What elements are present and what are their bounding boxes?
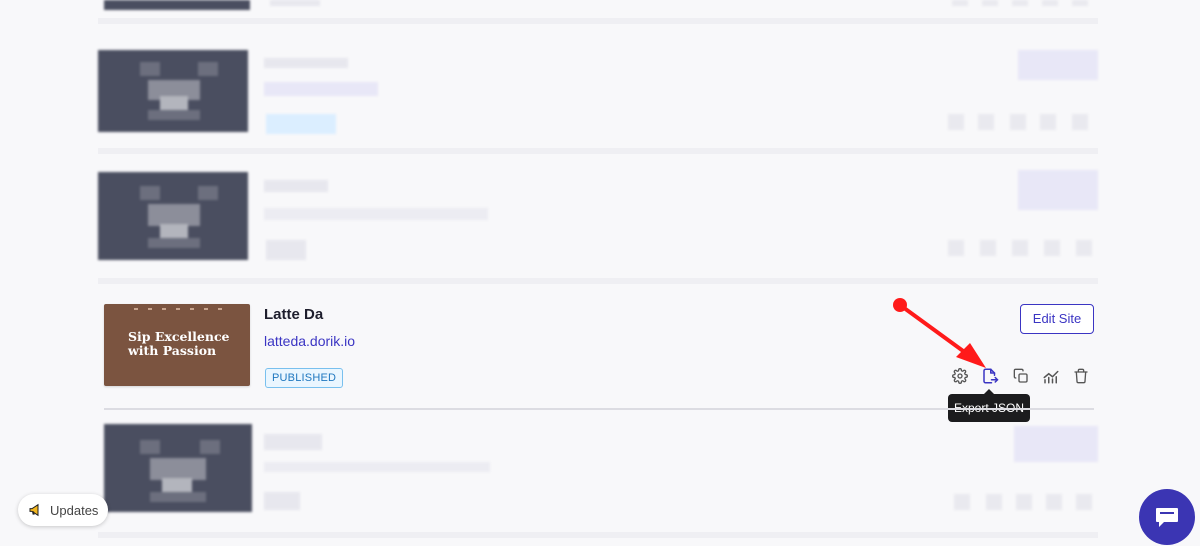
chat-bubble-icon bbox=[1156, 508, 1178, 527]
chat-support-button[interactable] bbox=[1139, 489, 1195, 545]
updates-button[interactable]: Updates bbox=[18, 494, 109, 526]
updates-label: Updates bbox=[50, 502, 99, 518]
annotation-arrow bbox=[893, 298, 986, 368]
megaphone-icon bbox=[29, 503, 39, 517]
